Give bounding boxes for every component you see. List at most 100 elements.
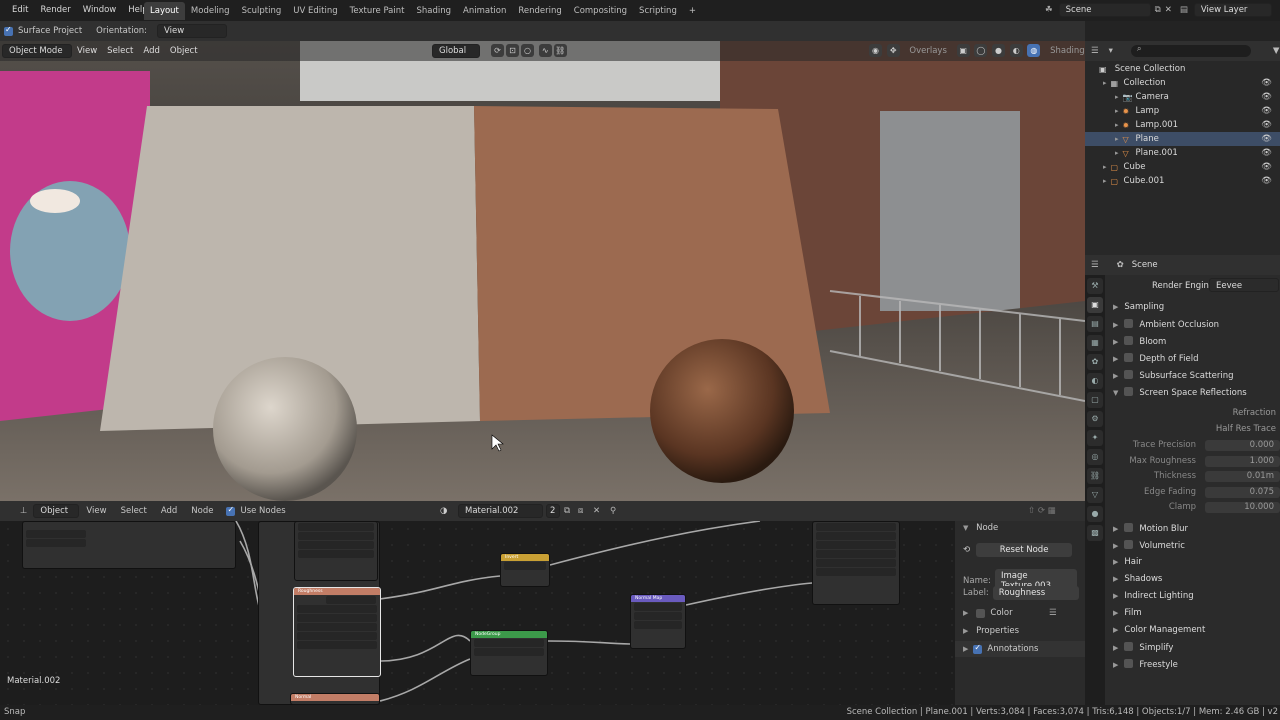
material-sphere-icon[interactable]: ◑ — [440, 506, 447, 516]
node-select-menu[interactable]: Select — [114, 506, 154, 516]
object-tab-icon[interactable]: ▢ — [1087, 392, 1103, 408]
viewport-add-menu[interactable]: Add — [138, 41, 164, 61]
outliner-item[interactable]: ▸ ✹ Lamp 👁 — [1085, 104, 1280, 118]
outliner-editor-icon[interactable]: ☰ — [1091, 46, 1099, 56]
reset-node-button[interactable]: Reset Node — [976, 543, 1073, 557]
render-section-panel[interactable]: ▶ Ambient Occlusion — [1113, 319, 1219, 330]
falloff-icon[interactable]: ∿ — [538, 44, 552, 57]
mode-dropdown[interactable]: Object Mode — [2, 44, 72, 58]
section-checkbox[interactable] — [1124, 353, 1134, 362]
menu-render[interactable]: Render — [34, 0, 76, 21]
rendered-icon[interactable]: ◍ — [1027, 44, 1041, 57]
tab-texture-paint[interactable]: Texture Paint — [344, 2, 411, 20]
outliner-expand-icon[interactable]: ▸ — [1103, 163, 1107, 171]
list-icon[interactable]: ☰ — [1049, 608, 1057, 618]
proportional-icon[interactable]: ○ — [521, 44, 534, 57]
eye-icon[interactable]: 👁 — [1261, 104, 1272, 118]
properties-expand-icon[interactable]: ▶ — [963, 627, 968, 635]
output-tab-icon[interactable]: ▤ — [1087, 316, 1103, 332]
fake-user-icon[interactable]: ⧉ — [564, 506, 570, 516]
outliner-search-input[interactable]: ⌕ — [1130, 44, 1251, 57]
outliner-item[interactable]: ▸ ✹ Lamp.001 👁 — [1085, 118, 1280, 132]
menu-edit[interactable]: Edit — [6, 0, 34, 21]
transform-orientation-dropdown[interactable]: Global — [432, 44, 480, 58]
overlays-label[interactable]: Overlays — [909, 46, 946, 56]
node-nodegroup[interactable]: NodeGroup — [470, 630, 548, 676]
tab-shading[interactable]: Shading — [410, 2, 457, 20]
world-tab-icon[interactable]: ◐ — [1087, 373, 1103, 389]
eye-icon[interactable]: 👁 — [1261, 174, 1272, 188]
texture-tab-icon[interactable]: ▩ — [1087, 525, 1103, 541]
section-expand-icon[interactable]: ▶ — [1113, 575, 1118, 583]
annotations-row[interactable]: ▶ Annotations — [955, 641, 1085, 657]
node-image-texture-top[interactable] — [294, 521, 378, 581]
ssr-field-value[interactable]: 0.075 — [1205, 486, 1280, 498]
section-expand-icon[interactable]: ▶ — [1113, 338, 1118, 346]
constraints-tab-icon[interactable]: ⛓ — [1087, 468, 1103, 484]
outliner-expand-icon[interactable]: ▸ — [1103, 177, 1107, 185]
material-tab-icon[interactable]: ● — [1087, 506, 1103, 522]
tab-scripting[interactable]: Scripting — [633, 2, 683, 20]
data-tab-icon[interactable]: ▽ — [1087, 487, 1103, 503]
annotations-expand-icon[interactable]: ▶ — [963, 645, 968, 653]
render-section-panel[interactable]: ▼ Screen Space Reflections — [1113, 387, 1247, 398]
outliner-item[interactable]: ▸ ▢ Cube.001 👁 — [1085, 174, 1280, 188]
ssr-field-value[interactable]: 1.000 — [1205, 455, 1280, 467]
tool-tab-icon[interactable]: ⚒ — [1087, 278, 1103, 294]
tab-animation[interactable]: Animation — [457, 2, 512, 20]
node-principled-bsdf[interactable] — [812, 521, 900, 605]
render-tab-icon[interactable]: ▣ — [1087, 297, 1103, 313]
add-workspace-icon[interactable]: + — [683, 2, 702, 20]
outliner-item[interactable]: ▸ ▽ Plane 👁 — [1085, 132, 1280, 146]
render-section-panel[interactable]: ▶ Shadows — [1113, 574, 1162, 584]
section-expand-icon[interactable]: ▶ — [1113, 303, 1118, 311]
node-mapping[interactable] — [22, 521, 236, 569]
eye-icon[interactable]: 👁 — [1261, 90, 1272, 104]
section-checkbox[interactable] — [1124, 659, 1134, 668]
material-preview-icon[interactable]: ◐ — [1009, 44, 1023, 57]
scene-tab-icon[interactable]: ✿ — [1087, 354, 1103, 370]
section-expand-icon[interactable]: ▶ — [1113, 592, 1118, 600]
render-section-panel[interactable]: ▶ Volumetric — [1113, 540, 1185, 551]
color-checkbox[interactable] — [976, 608, 986, 618]
viewport-view-menu[interactable]: View — [72, 41, 102, 61]
node-roughness-texture[interactable]: Roughness — [293, 587, 381, 677]
outliner-expand-icon[interactable]: ▸ — [1103, 79, 1107, 87]
sphere-tile[interactable] — [213, 357, 357, 501]
snap-icon[interactable]: ⊡ — [506, 44, 519, 57]
shading-label[interactable]: Shading — [1050, 46, 1085, 56]
use-nodes-checkbox[interactable] — [226, 505, 236, 516]
collapse-icon[interactable]: ▼ — [963, 524, 968, 532]
gizmo-icon[interactable]: ✥ — [886, 44, 900, 57]
node-normal-map[interactable]: Normal Map — [630, 594, 686, 649]
new-scene-icon[interactable]: ⧉ — [1155, 5, 1161, 15]
section-checkbox[interactable] — [1124, 642, 1134, 651]
section-checkbox[interactable] — [1124, 370, 1134, 379]
outliner-expand-icon[interactable]: ▸ — [1115, 149, 1119, 157]
half-res-trace-toggle[interactable]: Half Res Trace — [1216, 424, 1276, 434]
render-section-panel[interactable]: ▶ Freestyle — [1113, 659, 1178, 670]
node-normal-texture[interactable]: Normal — [290, 693, 380, 705]
properties-editor-icon[interactable]: ☰ — [1091, 260, 1099, 270]
outliner-filter-icon[interactable]: ▼ — [1273, 46, 1280, 56]
node-editor-canvas[interactable]: Roughness Normal Invert Normal Map NodeG… — [0, 521, 955, 705]
eye-icon[interactable]: 👁 — [1261, 76, 1272, 90]
link-icon[interactable]: ⛓ — [553, 44, 567, 57]
eye-icon[interactable]: 👁 — [1261, 160, 1272, 174]
section-checkbox[interactable] — [1124, 540, 1134, 549]
viewport-select-menu[interactable]: Select — [102, 41, 138, 61]
section-expand-icon[interactable]: ▼ — [1113, 389, 1118, 397]
tab-sculpting[interactable]: Sculpting — [236, 2, 288, 20]
ssr-field-value[interactable]: 10.000 — [1205, 502, 1280, 513]
unlink-material-icon[interactable]: ✕ — [593, 506, 600, 516]
render-section-panel[interactable]: ▶ Indirect Lighting — [1113, 591, 1194, 601]
node-invert[interactable]: Invert — [500, 553, 550, 587]
refraction-toggle[interactable]: Refraction — [1233, 408, 1276, 418]
filter-icon[interactable]: ▾ — [1109, 46, 1113, 56]
3d-viewport[interactable]: Object Mode View Select Add Object Globa… — [0, 41, 1085, 501]
render-section-panel[interactable]: ▶ Subsurface Scattering — [1113, 370, 1234, 381]
render-section-panel[interactable]: ▶ Color Management — [1113, 625, 1205, 635]
tab-modeling[interactable]: Modeling — [185, 2, 236, 20]
eye-icon[interactable]: 👁 — [1261, 132, 1272, 146]
section-checkbox[interactable] — [1124, 523, 1134, 532]
